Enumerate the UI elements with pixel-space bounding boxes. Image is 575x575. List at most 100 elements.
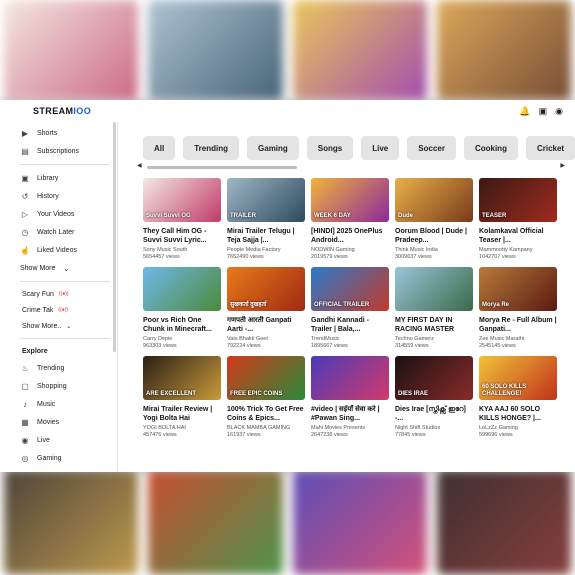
video-thumbnail[interactable]: WEEK 6 DAY bbox=[311, 178, 389, 222]
scroll-right-icon[interactable]: ▶ bbox=[560, 162, 565, 169]
subscription-item[interactable]: Scary Fun ((●)) bbox=[20, 286, 113, 302]
thumbnail-text: Suvvi Suvvi OG bbox=[146, 212, 191, 219]
sidebar-item-watch-later[interactable]: ◷ Watch Later bbox=[20, 223, 113, 241]
chip-songs[interactable]: Songs bbox=[306, 136, 354, 160]
video-thumbnail[interactable]: FREE EPIC COINS bbox=[227, 356, 305, 400]
video-card[interactable]: FREE EPIC COINS 100% Trick To Get Free Co… bbox=[227, 356, 305, 439]
video-camera-icon[interactable]: ▣ bbox=[539, 106, 548, 116]
channel-name[interactable]: Mahi Movies Presents bbox=[311, 425, 389, 432]
chip-gaming[interactable]: Gaming bbox=[247, 136, 299, 160]
channel-name[interactable]: Think Music India bbox=[395, 247, 473, 254]
video-title[interactable]: [HINDI] 2025 OnePlus Android... bbox=[311, 227, 389, 245]
video-thumbnail[interactable]: Dude bbox=[395, 178, 473, 222]
video-card[interactable]: ARE EXCELLENT Mirai Trailer Review | Yogi… bbox=[143, 356, 221, 439]
video-thumbnail[interactable]: TRAILER bbox=[227, 178, 305, 222]
video-thumbnail[interactable]: OFFICIAL TRAILER bbox=[311, 267, 389, 311]
chip-trending[interactable]: Trending bbox=[183, 136, 240, 160]
video-thumbnail[interactable]: TEASER bbox=[479, 178, 557, 222]
video-title[interactable]: Mirai Trailer Telugu | Teja Sajja |... bbox=[227, 227, 305, 245]
video-card[interactable]: #video | सईयाँ सेवा करे | #Pawan Sing...… bbox=[311, 356, 389, 439]
channel-name[interactable]: TrendMusic bbox=[311, 336, 389, 343]
video-thumbnail[interactable]: सुखकर्ता दुखहर्ता bbox=[227, 267, 305, 311]
sidebar-item-library[interactable]: ▣ Library bbox=[20, 169, 113, 187]
sidebar-item-label: Live bbox=[37, 436, 50, 444]
video-title[interactable]: Gandhi Kannadi - Trailer | Bala,... bbox=[311, 316, 389, 334]
video-card[interactable]: MY FIRST DAY IN RACING MASTER Techno Game… bbox=[395, 267, 473, 350]
video-thumbnail[interactable] bbox=[143, 267, 221, 311]
sidebar-item-live[interactable]: ◉ Live bbox=[20, 431, 113, 449]
sidebar-scrollbar[interactable] bbox=[113, 122, 116, 352]
chip-cooking[interactable]: Cooking bbox=[463, 136, 518, 160]
channel-name[interactable]: People Media Factory bbox=[227, 247, 305, 254]
sidebar-item-liked-videos[interactable]: ☝ Liked Videos bbox=[20, 241, 113, 259]
chip-scroll-thumb[interactable] bbox=[147, 166, 297, 169]
video-thumbnail[interactable]: ARE EXCELLENT bbox=[143, 356, 221, 400]
video-card[interactable]: 60 SOLO KILLS CHALLENGE! KYA AAJ 60 SOLO … bbox=[479, 356, 557, 439]
sidebar-item-shopping[interactable]: ▢ Shopping bbox=[20, 377, 113, 395]
video-title[interactable]: Morya Re - Full Album | Ganpati... bbox=[479, 316, 557, 334]
sidebar-item-your-videos[interactable]: ▷ Your Videos bbox=[20, 205, 113, 223]
chip-soccer[interactable]: Soccer bbox=[407, 136, 456, 160]
view-count: 2019579 views bbox=[311, 254, 348, 260]
video-title[interactable]: #video | सईयाँ सेवा करे | #Pawan Sing... bbox=[311, 405, 389, 423]
video-card[interactable]: DIES IRAE Dies Irae [സ്നിക്സ് ഇറേ] -... Ni… bbox=[395, 356, 473, 439]
channel-name[interactable]: Sony Music South bbox=[143, 247, 221, 254]
channel-name[interactable]: Techno Gamerz bbox=[395, 336, 473, 343]
channel-name[interactable]: Mammootty Kampany bbox=[479, 247, 557, 254]
video-thumbnail[interactable]: 60 SOLO KILLS CHALLENGE! bbox=[479, 356, 557, 400]
channel-name[interactable]: Night Shift Studios bbox=[395, 425, 473, 432]
chip-cricket[interactable]: Cricket bbox=[525, 136, 575, 160]
sidebar-item-movies[interactable]: ▦ Movies bbox=[20, 413, 113, 431]
video-thumbnail[interactable] bbox=[395, 267, 473, 311]
video-card[interactable]: OFFICIAL TRAILER Gandhi Kannadi - Trailer… bbox=[311, 267, 389, 350]
sidebar-item-music[interactable]: ♪ Music bbox=[20, 395, 113, 413]
sidebar-item-subscriptions[interactable]: ▤ Subscriptions bbox=[20, 142, 113, 160]
video-title[interactable]: KYA AAJ 60 SOLO KILLS HONGE? |... bbox=[479, 405, 557, 423]
bell-icon[interactable]: 🔔 bbox=[519, 106, 530, 116]
video-title[interactable]: MY FIRST DAY IN RACING MASTER bbox=[395, 316, 473, 334]
channel-name[interactable]: BLACK MAMBA GAMING bbox=[227, 425, 305, 432]
video-card[interactable]: सुखकर्ता दुखहर्ता गणपती आरती Ganpati Aart… bbox=[227, 267, 305, 350]
thumbnail-text: OFFICIAL TRAILER bbox=[314, 301, 370, 308]
subscription-item[interactable]: Crime Tak ((●)) bbox=[20, 302, 113, 318]
chip-all[interactable]: All bbox=[143, 136, 176, 160]
channel-name[interactable]: YOGI BOLTA HAI bbox=[143, 425, 221, 432]
video-card[interactable]: WEEK 6 DAY [HINDI] 2025 OnePlus Android..… bbox=[311, 178, 389, 261]
video-title[interactable]: Poor vs Rich One Chunk in Minecraft... bbox=[143, 316, 221, 334]
video-card[interactable]: Dude Oorum Blood | Dude | Pradeep... Think… bbox=[395, 178, 473, 261]
channel-name[interactable]: Zee Music Marathi bbox=[479, 336, 557, 343]
video-title[interactable]: Oorum Blood | Dude | Pradeep... bbox=[395, 227, 473, 245]
video-thumbnail[interactable]: Morya Re bbox=[479, 267, 557, 311]
scroll-left-icon[interactable]: ◀ bbox=[137, 162, 142, 169]
channel-name[interactable]: Vats Bhakti Geet bbox=[227, 336, 305, 343]
subscriptions-show-more[interactable]: Show More.. ⌄ bbox=[20, 318, 113, 334]
channel-name[interactable]: Carry Depie bbox=[143, 336, 221, 343]
video-card[interactable]: TRAILER Mirai Trailer Telugu | Teja Sajja… bbox=[227, 178, 305, 261]
view-count: 1042707 views bbox=[479, 254, 516, 260]
video-card[interactable]: Poor vs Rich One Chunk in Minecraft... Ca… bbox=[143, 267, 221, 350]
channel-name[interactable]: NODWIN Gaming bbox=[311, 247, 389, 254]
channel-name[interactable]: LoLzZz Gaming bbox=[479, 425, 557, 432]
sidebar-item-trending[interactable]: ♨ Trending bbox=[20, 359, 113, 377]
video-thumbnail[interactable] bbox=[311, 356, 389, 400]
video-card[interactable]: Suvvi Suvvi OG They Call Him OG - Suvvi S… bbox=[143, 178, 221, 261]
video-title[interactable]: 100% Trick To Get Free Coins & Epics... bbox=[227, 405, 305, 423]
sidebar-item-gaming[interactable]: ◎ Gaming bbox=[20, 449, 113, 467]
chip-live[interactable]: Live bbox=[361, 136, 400, 160]
video-thumbnail[interactable]: DIES IRAE bbox=[395, 356, 473, 400]
video-title[interactable]: गणपती आरती Ganpati Aarti -... bbox=[227, 316, 305, 334]
sidebar-item-history[interactable]: ↺ History bbox=[20, 187, 113, 205]
logo[interactable]: STREAMIOO bbox=[33, 106, 91, 116]
chip-scrollbar[interactable]: ◀ ▶ bbox=[137, 162, 565, 173]
video-title[interactable]: They Call Him OG - Suvvi Suvvi Lyric... bbox=[143, 227, 221, 245]
sidebar-item-shorts[interactable]: ▶ Shorts bbox=[20, 124, 113, 142]
video-card[interactable]: TEASER Kolamkaval Official Teaser |... Mam… bbox=[479, 178, 557, 261]
account-icon[interactable]: ◉ bbox=[555, 106, 563, 116]
thumbnail-text: Morya Re bbox=[482, 301, 510, 308]
video-title[interactable]: Dies Irae [സ്നിക്സ് ഇറേ] -... bbox=[395, 405, 473, 423]
sidebar-item-show-more[interactable]: Show More ⌄ bbox=[20, 259, 113, 277]
video-card[interactable]: Morya Re Morya Re - Full Album | Ganpati.… bbox=[479, 267, 557, 350]
video-title[interactable]: Kolamkaval Official Teaser |... bbox=[479, 227, 557, 245]
video-title[interactable]: Mirai Trailer Review | Yogi Bolta Hai bbox=[143, 405, 221, 423]
video-thumbnail[interactable]: Suvvi Suvvi OG bbox=[143, 178, 221, 222]
